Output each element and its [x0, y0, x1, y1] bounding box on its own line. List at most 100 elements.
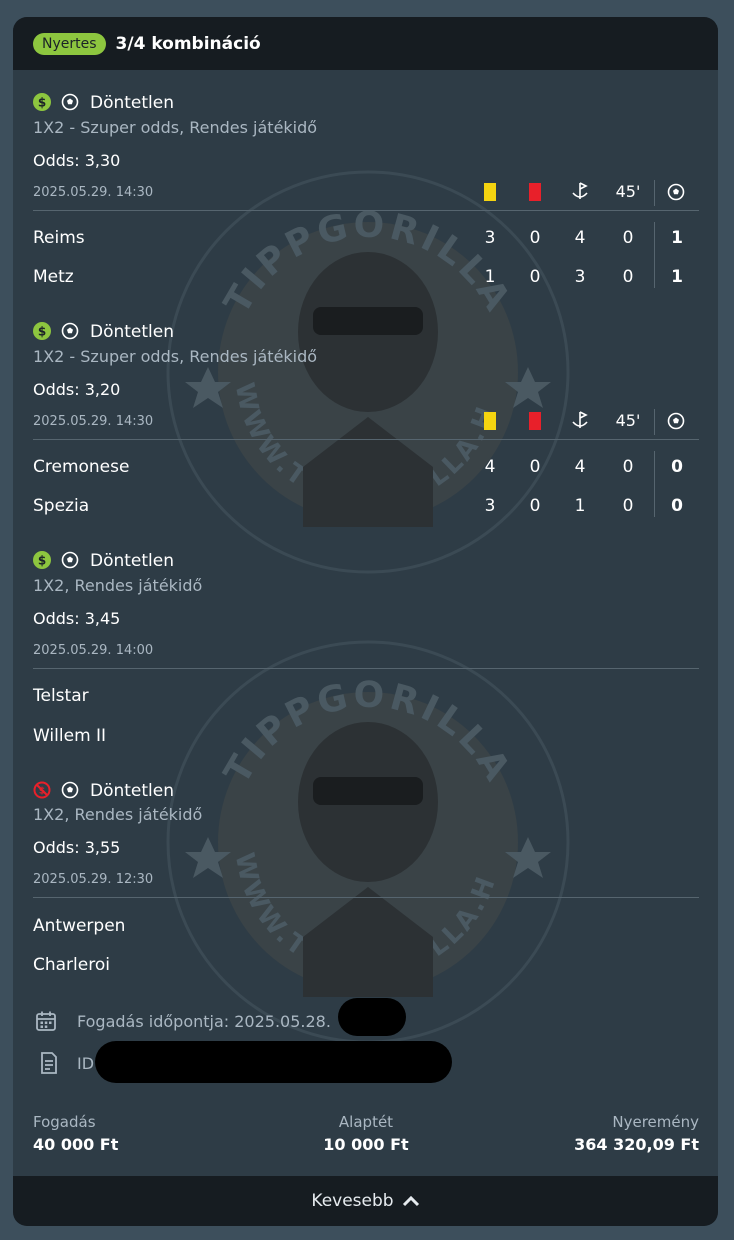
halftime-header: 45' — [615, 182, 641, 201]
home-team-name: Antwerpen — [33, 916, 126, 936]
won-status-icon: $ — [33, 93, 51, 111]
away-team-name: Charleroi — [33, 955, 110, 975]
won-status-icon: $ — [33, 551, 51, 569]
status-badge: Nyertes — [33, 32, 106, 55]
home-yellow-count: 4 — [484, 457, 496, 477]
watermark-logo: TIPPGORILLA WWW.TIPPGORILLA.HU — [163, 167, 570, 574]
odds-label: Odds: 3,55 — [33, 838, 121, 857]
goals-ball-icon — [667, 412, 685, 430]
svg-text:$: $ — [38, 96, 46, 110]
soccer-ball-icon — [61, 93, 79, 111]
away-goals: 0 — [671, 496, 683, 516]
chevron-up-icon — [402, 1195, 419, 1207]
selection-label: Döntetlen — [90, 781, 175, 801]
home-corner-count: 4 — [574, 457, 586, 477]
svg-text:TIPPGORILLA: TIPPGORILLA — [217, 205, 520, 321]
row-divider — [33, 897, 699, 898]
svg-text:WWW.TIPPGORILLA.HU: WWW.TIPPGORILLA.HU — [163, 637, 503, 983]
row-divider — [33, 210, 699, 211]
yellow-card-icon — [484, 183, 496, 201]
yellow-card-icon — [484, 412, 496, 430]
goals-ball-icon — [667, 183, 685, 201]
svg-text:$: $ — [38, 325, 46, 339]
stake-value: 40 000 Ft — [33, 1135, 119, 1154]
base-stake-label: Alaptét — [338, 1113, 394, 1131]
market-label: 1X2, Rendes játékidő — [33, 576, 203, 595]
watermark-logo: TIPPGORILLA WWW.TIPPGORILLA.HU — [163, 637, 570, 1044]
home-halftime-goals: 0 — [622, 457, 634, 477]
selection-label: Döntetlen — [90, 93, 175, 113]
market-label: 1X2 - Szuper odds, Rendes játékidő — [33, 347, 318, 366]
stake-label: Fogadás — [33, 1113, 96, 1131]
away-yellow-count: 3 — [484, 496, 496, 516]
home-red-count: 0 — [529, 228, 541, 248]
home-halftime-goals: 0 — [622, 228, 634, 248]
away-yellow-count: 1 — [484, 267, 496, 287]
svg-text:WWW.TIPPGORILLA.HU: WWW.TIPPGORILLA.HU — [163, 167, 503, 513]
column-divider — [654, 451, 655, 517]
selection-label: Döntetlen — [90, 551, 175, 571]
svg-text:$: $ — [39, 787, 45, 797]
winnings-value: 364 320,09 Ft — [574, 1135, 699, 1154]
column-divider — [654, 222, 655, 288]
away-halftime-goals: 0 — [622, 496, 634, 516]
corner-flag-icon — [572, 182, 588, 199]
soccer-ball-icon — [61, 551, 79, 569]
bet-placed-value: 2025.05.28. — [234, 1012, 331, 1031]
svg-text:TIPPGORILLA: TIPPGORILLA — [217, 675, 520, 791]
away-red-count: 0 — [529, 267, 541, 287]
away-halftime-goals: 0 — [622, 267, 634, 287]
away-team-name: Metz — [33, 267, 74, 287]
odds-label: Odds: 3,20 — [33, 380, 121, 399]
red-card-icon — [529, 412, 541, 430]
bet-placed-time: Fogadás időpontja: 2025.05.28. — [77, 1012, 331, 1031]
away-team-name: Willem II — [33, 726, 107, 746]
red-card-icon — [529, 183, 541, 201]
row-divider — [33, 439, 699, 440]
row-divider — [33, 668, 699, 669]
combination-title: 3/4 kombináció — [115, 33, 261, 54]
home-team-name: Cremonese — [33, 457, 130, 477]
match-datetime: 2025.05.29. 14:30 — [33, 414, 154, 429]
market-label: 1X2, Rendes játékidő — [33, 805, 203, 824]
winnings-label: Nyeremény — [612, 1113, 699, 1131]
market-label: 1X2 - Szuper odds, Rendes játékidő — [33, 118, 318, 137]
bet-id-label: ID — [77, 1054, 95, 1073]
home-corner-count: 4 — [574, 228, 586, 248]
match-datetime: 2025.05.29. 12:30 — [33, 872, 154, 887]
home-yellow-count: 3 — [484, 228, 496, 248]
odds-label: Odds: 3,45 — [33, 609, 121, 628]
show-less-button[interactable]: Kevesebb — [13, 1176, 718, 1226]
column-divider — [654, 180, 655, 206]
match-datetime: 2025.05.29. 14:00 — [33, 643, 154, 658]
away-corner-count: 1 — [574, 496, 586, 516]
away-goals: 1 — [671, 267, 683, 287]
soccer-ball-icon — [61, 781, 79, 799]
corner-flag-icon — [572, 411, 588, 428]
won-status-icon: $ — [33, 322, 51, 340]
bet-slip-header: Nyertes 3/4 kombináció — [13, 17, 718, 70]
base-stake-value: 10 000 Ft — [323, 1135, 409, 1154]
home-goals: 1 — [671, 228, 683, 248]
soccer-ball-icon — [61, 322, 79, 340]
home-team-name: Reims — [33, 228, 85, 248]
receipt-icon — [41, 1052, 57, 1074]
home-team-name: Telstar — [33, 686, 89, 706]
home-red-count: 0 — [529, 457, 541, 477]
halftime-header: 45' — [615, 411, 641, 430]
away-corner-count: 3 — [574, 267, 586, 287]
selection-label: Döntetlen — [90, 322, 175, 342]
bet-slip-card: TIPPGORILLA WWW.TIPPGORILLA.HU TIPPGORIL… — [13, 17, 718, 1226]
calendar-icon — [36, 1011, 56, 1031]
match-datetime: 2025.05.29. 14:30 — [33, 185, 154, 200]
away-red-count: 0 — [529, 496, 541, 516]
show-less-label: Kevesebb — [311, 1191, 394, 1211]
odds-label: Odds: 3,30 — [33, 151, 121, 170]
bet-placed-label: Fogadás időpontja: — [77, 1012, 230, 1031]
away-team-name: Spezia — [33, 496, 90, 516]
redaction-mark — [338, 998, 406, 1036]
home-goals: 0 — [671, 457, 683, 477]
column-divider — [654, 409, 655, 435]
svg-text:$: $ — [38, 554, 46, 568]
redaction-mark — [95, 1041, 452, 1083]
